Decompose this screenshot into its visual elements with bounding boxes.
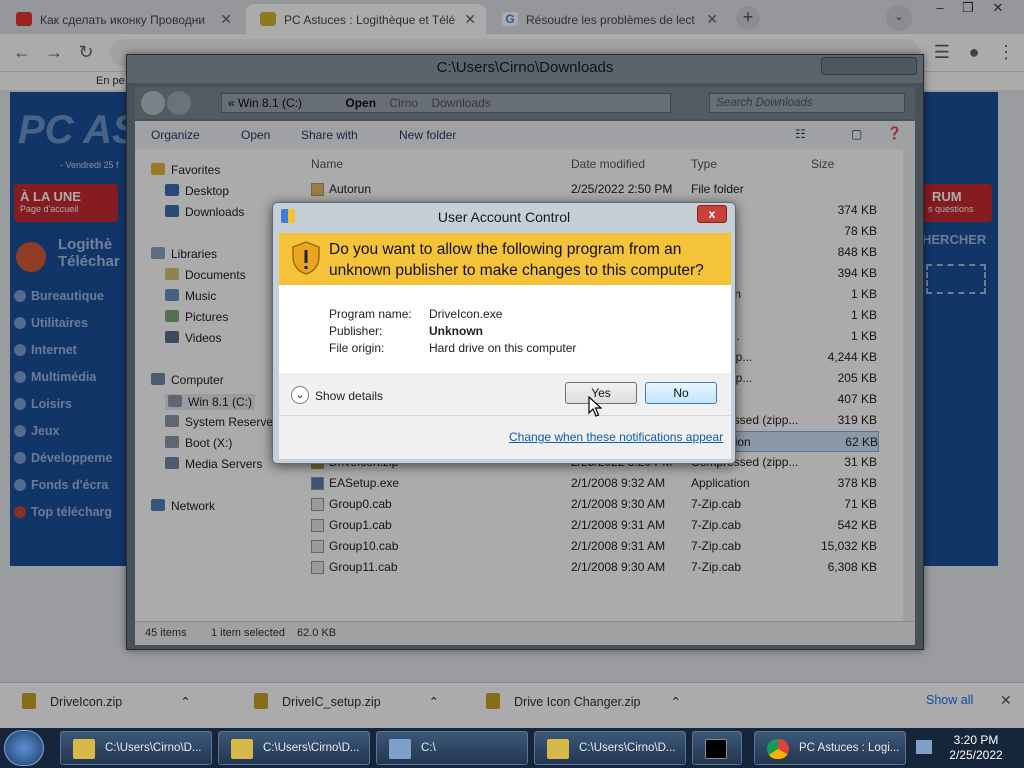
uac-details: Program name: DriveIcon.exe Publisher: U…	[279, 285, 731, 373]
taskbar-chrome[interactable]: PC Astuces : Logi...	[754, 731, 906, 765]
program-name-value: DriveIcon.exe	[429, 307, 503, 321]
file-origin-value: Hard drive on this computer	[429, 341, 577, 355]
change-notifications-link[interactable]: Change when these notifications appear	[509, 430, 723, 444]
file-origin-label: File origin:	[329, 341, 385, 355]
publisher-label: Publisher:	[329, 324, 383, 338]
taskbar-label: C:\Users\Cirno\D...	[105, 742, 202, 754]
warning-shield-icon	[292, 241, 320, 275]
chevron-down-icon[interactable]: ⌄	[291, 386, 309, 404]
folder-icon	[73, 739, 95, 759]
console-icon	[705, 739, 727, 759]
drive-icon	[389, 739, 411, 759]
clock-time: 3:20 PM	[953, 733, 999, 747]
clock-date: 2/25/2022	[949, 748, 1003, 762]
folder-icon	[547, 739, 569, 759]
folder-icon	[231, 739, 253, 759]
taskbar-explorer-2[interactable]: C:\Users\Cirno\D...	[218, 731, 370, 765]
clock[interactable]: 3:20 PM 2/25/2022	[936, 733, 1016, 763]
publisher-value: Unknown	[429, 324, 483, 338]
divider	[279, 415, 731, 416]
taskbar-explorer-3[interactable]: C:\	[376, 731, 528, 765]
network-tray-icon[interactable]	[916, 740, 932, 754]
show-details-toggle[interactable]: Show details	[315, 389, 383, 403]
start-button[interactable]	[4, 730, 44, 766]
taskbar-label: C:\	[421, 742, 436, 754]
uac-footer: ⌄ Show details Yes No Change when these …	[279, 373, 731, 459]
uac-dialog: User Account Control x Do you want to al…	[272, 202, 736, 464]
uac-question: Do you want to allow the following progr…	[329, 241, 704, 279]
program-name-label: Program name:	[329, 307, 412, 321]
no-button[interactable]: No	[645, 382, 717, 404]
taskbar-explorer-1[interactable]: C:\Users\Cirno\D...	[60, 731, 212, 765]
taskbar-label: C:\Users\Cirno\D...	[579, 742, 676, 754]
taskbar-cmd[interactable]	[692, 731, 742, 765]
taskbar-explorer-4[interactable]: C:\Users\Cirno\D...	[534, 731, 686, 765]
taskbar-label: PC Astuces : Logi...	[799, 742, 900, 754]
mouse-cursor-icon	[588, 396, 602, 417]
chrome-icon	[767, 739, 789, 759]
taskbar-label: C:\Users\Cirno\D...	[263, 742, 360, 754]
uac-close-button[interactable]: x	[697, 205, 727, 223]
uac-header: Do you want to allow the following progr…	[279, 233, 731, 285]
uac-title: User Account Control	[437, 209, 571, 225]
